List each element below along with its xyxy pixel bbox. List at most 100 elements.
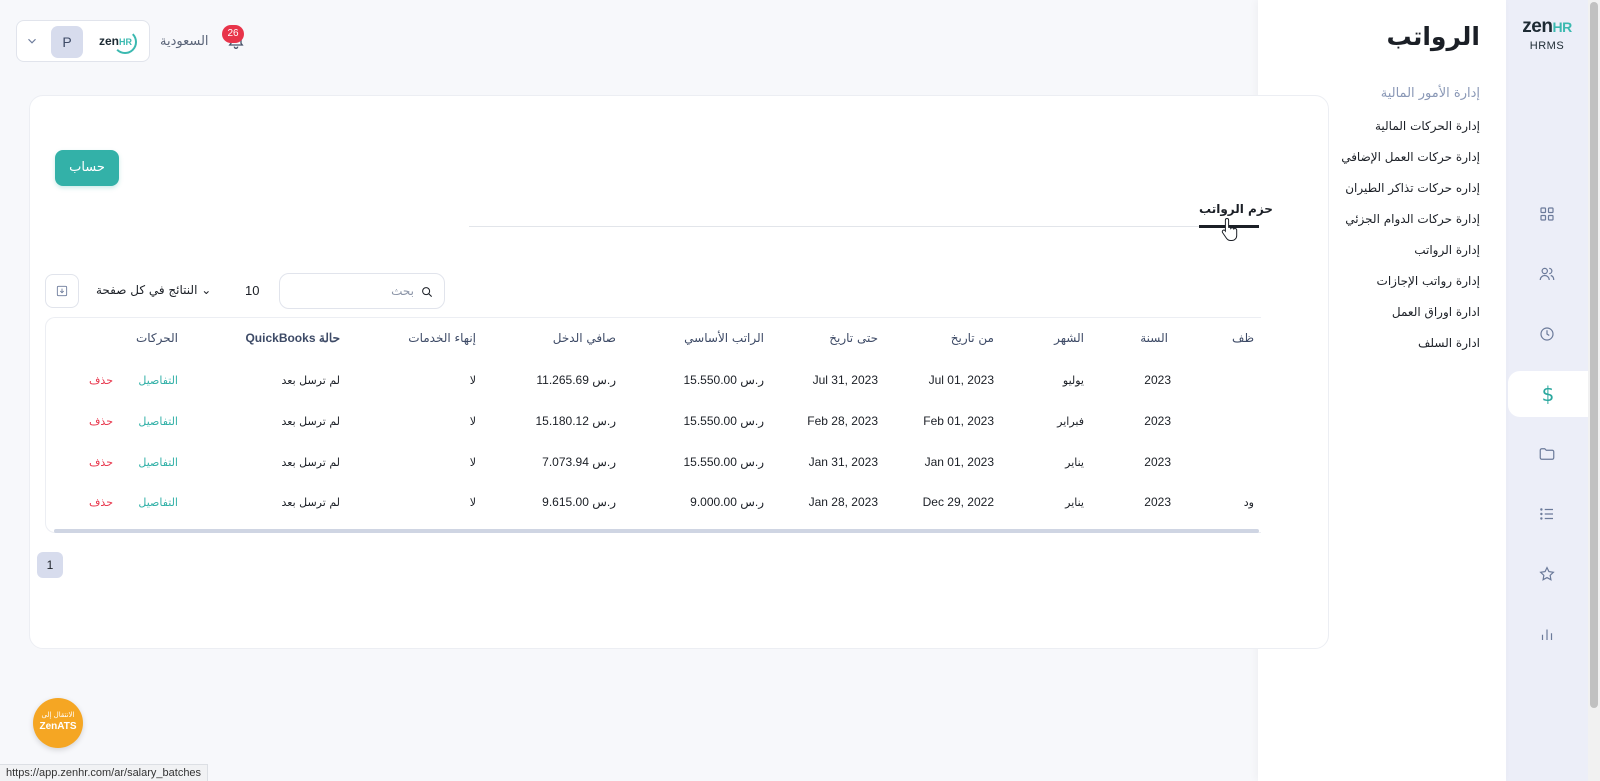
zenhr-logo[interactable]: zenHR HRMS: [1506, 16, 1588, 52]
delete-link[interactable]: حذف: [89, 415, 113, 428]
bar-chart-icon: [1541, 629, 1553, 640]
star-icon: [1539, 566, 1555, 581]
tab-salary-batches[interactable]: حزم الرواتب: [1199, 202, 1273, 216]
per-page-label: النتائج في كل صفحة: [96, 283, 198, 297]
notification-badge: 26: [222, 25, 244, 43]
search-box[interactable]: [279, 273, 445, 309]
column-header-to-date: حتى تاريخ: [829, 331, 878, 345]
cell-employee: ود: [1243, 496, 1254, 509]
folder-icon: [1539, 448, 1555, 460]
submenu-item-worksheets[interactable]: ادارة اوراق العمل: [1392, 305, 1480, 319]
cell-month: يناير: [1065, 456, 1084, 469]
details-link[interactable]: التفاصيل: [138, 415, 178, 428]
column-header-month: الشهر: [1054, 331, 1084, 345]
column-header-year: السنة: [1140, 331, 1168, 345]
table-horizontal-scrollbar[interactable]: [54, 529, 1259, 533]
cell-basic-salary: 9.000.00 ر.س: [690, 495, 764, 509]
column-header-employee: ظف: [1232, 331, 1254, 345]
cell-termination: لا: [469, 456, 476, 469]
cell-termination: لا: [469, 415, 476, 428]
search-input[interactable]: [280, 274, 420, 308]
cell-year: 2023: [1144, 495, 1171, 509]
cell-basic-salary: 15.550.00 ر.س: [683, 414, 765, 428]
cell-net-income: 11.265.69 ر.س: [536, 373, 616, 387]
cell-year: 2023: [1144, 373, 1171, 387]
scrollbar-thumb[interactable]: [1590, 2, 1598, 708]
hand-cursor-icon: [1221, 217, 1238, 241]
icon-rail: zenHR HRMS $: [1506, 0, 1588, 781]
column-header-termination: إنهاء الخدمات: [408, 331, 476, 345]
cell-to-date: Jan 28, 2023: [808, 495, 878, 509]
details-link[interactable]: التفاصيل: [138, 456, 178, 469]
chevron-down-icon: ⌄: [201, 283, 212, 297]
submenu-item-salaries[interactable]: إدارة الرواتب: [1414, 243, 1480, 257]
zenats-switch-button[interactable]: الانتقال إلى ZenATS: [33, 698, 83, 748]
column-header-net-income: صافي الدخل: [552, 331, 616, 345]
chevron-down-icon: [25, 33, 39, 47]
cell-from-date: Jan 01, 2023: [924, 455, 994, 469]
cell-to-date: Jul 31, 2023: [812, 373, 878, 387]
export-button[interactable]: [45, 274, 79, 308]
details-link[interactable]: التفاصيل: [138, 496, 178, 509]
rail-favorites[interactable]: [1522, 551, 1572, 597]
delete-link[interactable]: حذف: [89, 496, 113, 509]
cell-to-date: Feb 28, 2023: [807, 414, 878, 428]
cell-quickbooks-status: لم ترسل بعد: [281, 496, 341, 509]
zenats-line1: الانتقال إلى: [41, 711, 75, 719]
page-scrollbar[interactable]: [1588, 0, 1600, 781]
calculate-button[interactable]: حساب: [55, 150, 119, 186]
rail-documents[interactable]: [1522, 431, 1572, 477]
delete-link[interactable]: حذف: [89, 456, 113, 469]
zenats-line2: ZenATS: [39, 721, 77, 732]
avatar: P: [51, 26, 83, 58]
cell-termination: لا: [469, 374, 476, 387]
pagination-page-1[interactable]: 1: [37, 552, 63, 578]
submenu-title: الرواتب: [1386, 22, 1480, 51]
logo-text: zen: [1522, 16, 1553, 37]
per-page-selector[interactable]: ⌄ النتائج في كل صفحة: [96, 283, 211, 297]
submenu-item-advances[interactable]: ادارة السلف: [1418, 336, 1480, 350]
rail-dashboard[interactable]: [1522, 191, 1572, 237]
per-page-value[interactable]: 10: [245, 283, 259, 298]
cell-termination: لا: [469, 496, 476, 509]
dashboard-icon: [1540, 207, 1554, 221]
rail-reports[interactable]: [1522, 611, 1572, 657]
logo-product: HRMS: [1529, 40, 1565, 52]
dollar-icon: $: [1541, 382, 1555, 406]
browser-status-url: https://app.zenhr.com/ar/salary_batches: [0, 764, 209, 781]
cell-basic-salary: 15.550.00 ر.س: [683, 455, 765, 469]
submenu-item-leave-salaries[interactable]: إدارة رواتب الإجازات: [1377, 274, 1480, 288]
submenu-item-financial-transactions[interactable]: إدارة الحركات المالية: [1375, 119, 1480, 133]
country-label[interactable]: السعودية: [160, 34, 209, 49]
submenu-group-finance[interactable]: إدارة الأمور المالية: [1381, 86, 1480, 101]
details-link[interactable]: التفاصيل: [138, 374, 178, 387]
cell-from-date: Jul 01, 2023: [928, 373, 994, 387]
cell-quickbooks-status: لم ترسل بعد: [281, 456, 341, 469]
column-header-actions: الحركات: [135, 331, 178, 345]
submenu-item-overtime[interactable]: إدارة حركات العمل الإضافي: [1341, 150, 1480, 164]
clock-icon: [1540, 327, 1554, 341]
users-icon: [1539, 267, 1555, 281]
cell-month: يوليو: [1062, 374, 1084, 387]
rail-lists[interactable]: [1522, 491, 1572, 537]
logo-suffix: HR: [1552, 19, 1572, 35]
download-icon: [56, 285, 68, 297]
tabs-divider: [469, 226, 1259, 227]
delete-link[interactable]: حذف: [89, 374, 113, 387]
cell-month: يناير: [1065, 496, 1084, 509]
cell-quickbooks-status: لم ترسل بعد: [281, 415, 341, 428]
user-menu[interactable]: P zenHR: [16, 20, 150, 62]
submenu-item-part-time[interactable]: إدارة حركات الدوام الجزئي: [1345, 212, 1480, 226]
cell-net-income: 7.073.94 ر.س: [542, 455, 616, 469]
company-logo-suffix: HR: [119, 37, 133, 47]
column-header-from-date: من تاريخ: [950, 331, 994, 345]
cell-year: 2023: [1144, 455, 1171, 469]
column-header-basic-salary: الراتب الأساسي: [684, 331, 764, 345]
cell-quickbooks-status: لم ترسل بعد: [281, 374, 341, 387]
rail-attendance[interactable]: [1522, 311, 1572, 357]
search-icon: [420, 284, 434, 298]
rail-employees[interactable]: [1522, 251, 1572, 297]
submenu-item-flight-tickets[interactable]: إداره حركات تذاكر الطيران: [1345, 181, 1480, 195]
cell-to-date: Jan 31, 2023: [808, 455, 878, 469]
rail-payroll[interactable]: $: [1508, 371, 1588, 417]
